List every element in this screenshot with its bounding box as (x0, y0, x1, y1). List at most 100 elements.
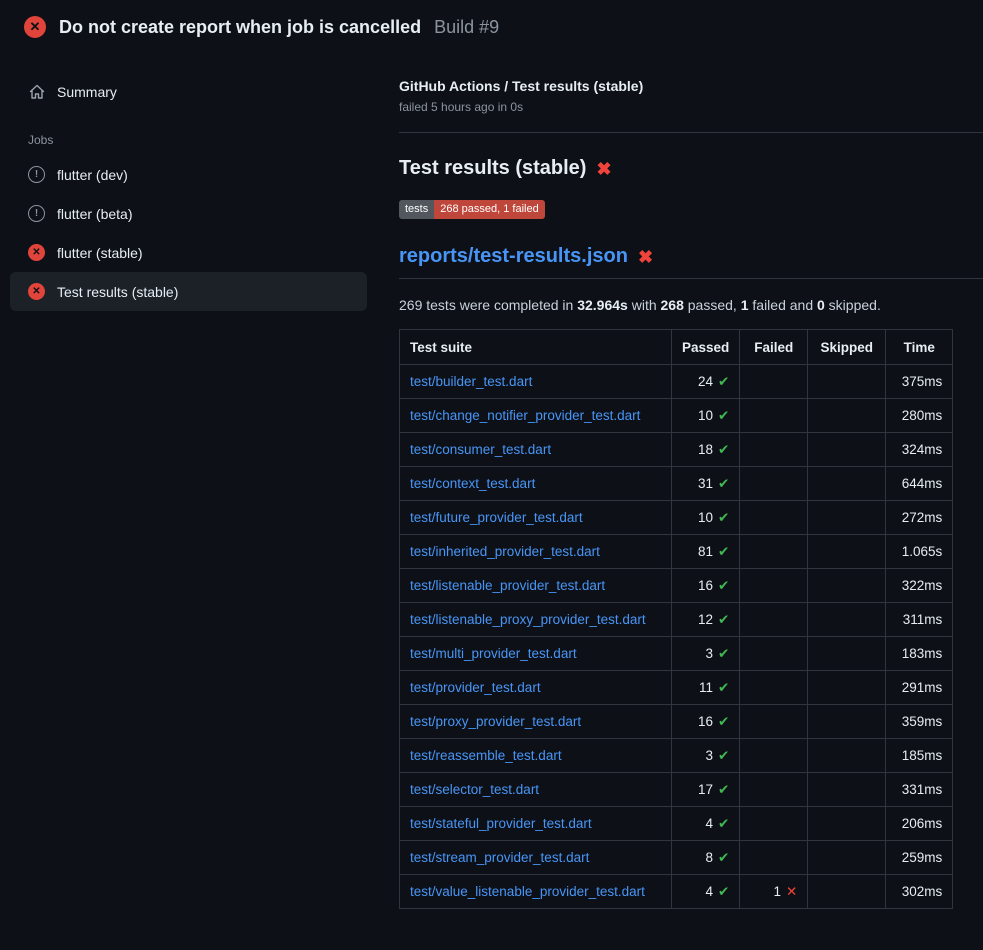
time-cell: 322ms (886, 569, 953, 603)
sidebar-job-item[interactable]: ✕Test results (stable) (10, 272, 367, 311)
failed-cell (740, 807, 808, 841)
time-cell: 183ms (886, 637, 953, 671)
job-label: Test results (stable) (57, 284, 178, 300)
test-suite-link[interactable]: test/value_listenable_provider_test.dart (410, 884, 645, 899)
test-suite-link[interactable]: test/stateful_provider_test.dart (410, 816, 592, 831)
content-layout: Summary Jobs !flutter (dev)!flutter (bet… (0, 52, 983, 909)
failed-cell (740, 399, 808, 433)
check-icon: ✔ (718, 408, 729, 423)
table-row: test/listenable_proxy_provider_test.dart… (400, 603, 953, 637)
check-icon: ✔ (718, 476, 729, 491)
summary-segment: 269 tests were completed in (399, 297, 577, 313)
skipped-cell (808, 841, 886, 875)
column-header: Passed (672, 330, 740, 365)
results-table: Test suitePassedFailedSkippedTime test/b… (399, 329, 953, 909)
check-icon: ✔ (718, 544, 729, 559)
table-row: test/builder_test.dart24✔375ms (400, 365, 953, 399)
passed-cell: 11✔ (672, 671, 740, 705)
summary-segment: passed, (684, 297, 741, 313)
summary-line: 269 tests were completed in 32.964s with… (399, 297, 983, 313)
sidebar-item-summary[interactable]: Summary (10, 72, 367, 111)
passed-cell: 10✔ (672, 501, 740, 535)
job-label: flutter (dev) (57, 167, 128, 183)
time-cell: 302ms (886, 875, 953, 909)
test-suite-link[interactable]: test/proxy_provider_test.dart (410, 714, 581, 729)
table-row: test/consumer_test.dart18✔324ms (400, 433, 953, 467)
summary-segment: skipped. (825, 297, 881, 313)
report-file-link[interactable]: reports/test-results.json (399, 245, 628, 268)
check-icon: ✔ (718, 714, 729, 729)
failed-x-icon: ✖ (596, 160, 611, 178)
failed-cell (740, 671, 808, 705)
main-content: GitHub Actions / Test results (stable) f… (383, 52, 983, 909)
skipped-cell (808, 467, 886, 501)
failed-cell (740, 739, 808, 773)
test-suite-link[interactable]: test/listenable_proxy_provider_test.dart (410, 612, 646, 627)
failed-cell (740, 501, 808, 535)
page-header: ✕ Do not create report when job is cance… (0, 0, 983, 52)
passed-cell: 17✔ (672, 773, 740, 807)
test-suite-link[interactable]: test/context_test.dart (410, 476, 535, 491)
time-cell: 359ms (886, 705, 953, 739)
test-suite-link[interactable]: test/future_provider_test.dart (410, 510, 583, 525)
failed-cell (740, 365, 808, 399)
badge-value: 268 passed, 1 failed (434, 200, 544, 219)
build-number: Build #9 (434, 17, 499, 38)
table-row: test/context_test.dart31✔644ms (400, 467, 953, 501)
time-cell: 1.065s (886, 535, 953, 569)
passed-cell: 4✔ (672, 807, 740, 841)
job-label: flutter (beta) (57, 206, 132, 222)
failed-cell (740, 569, 808, 603)
report-heading: reports/test-results.json ✖ (399, 245, 983, 279)
test-suite-link[interactable]: test/multi_provider_test.dart (410, 646, 577, 661)
test-suite-link[interactable]: test/inherited_provider_test.dart (410, 544, 600, 559)
test-suite-link[interactable]: test/consumer_test.dart (410, 442, 551, 457)
test-suite-link[interactable]: test/builder_test.dart (410, 374, 532, 389)
time-cell: 311ms (886, 603, 953, 637)
skipped-cell (808, 603, 886, 637)
failed-cell (740, 637, 808, 671)
summary-segment: with (628, 297, 661, 313)
sidebar-job-item[interactable]: ! flutter (beta) (10, 194, 367, 233)
failed-cell (740, 535, 808, 569)
check-icon: ✔ (718, 646, 729, 661)
failed-cell: 1✕ (740, 875, 808, 909)
failed-cell (740, 433, 808, 467)
run-title: Do not create report when job is cancell… (59, 17, 421, 38)
table-row: test/proxy_provider_test.dart16✔359ms (400, 705, 953, 739)
results-table-body: test/builder_test.dart24✔375mstest/chang… (400, 365, 953, 909)
table-row: test/change_notifier_provider_test.dart 1… (400, 399, 953, 433)
breadcrumb: GitHub Actions / Test results (stable) (399, 78, 983, 94)
column-header: Time (886, 330, 953, 365)
check-icon: ✔ (718, 850, 729, 865)
skipped-cell (808, 739, 886, 773)
time-cell: 272ms (886, 501, 953, 535)
column-header: Skipped (808, 330, 886, 365)
test-suite-link[interactable]: test/change_notifier_provider_test.dart (410, 408, 640, 423)
passed-cell: 10✔ (672, 399, 740, 433)
test-suite-link[interactable]: test/stream_provider_test.dart (410, 850, 589, 865)
skipped-cell (808, 569, 886, 603)
skipped-cell (808, 501, 886, 535)
passed-cell: 18✔ (672, 433, 740, 467)
time-cell: 644ms (886, 467, 953, 501)
test-suite-link[interactable]: test/provider_test.dart (410, 680, 541, 695)
failed-cell (740, 705, 808, 739)
passed-cell: 8✔ (672, 841, 740, 875)
test-suite-link[interactable]: test/selector_test.dart (410, 782, 539, 797)
jobs-list: !flutter (dev)! flutter (beta) ✕flutter (s… (10, 155, 367, 311)
tests-badge: tests 268 passed, 1 failed (399, 200, 545, 219)
check-icon: ✔ (718, 816, 729, 831)
check-icon: ✔ (718, 578, 729, 593)
neutral-circle-icon: ! (28, 205, 45, 222)
skipped-cell (808, 705, 886, 739)
test-suite-link[interactable]: test/reassemble_test.dart (410, 748, 562, 763)
check-icon: ✔ (718, 884, 729, 899)
passed-cell: 24✔ (672, 365, 740, 399)
check-icon: ✔ (718, 374, 729, 389)
sidebar-job-item[interactable]: ✕flutter (stable) (10, 233, 367, 272)
sidebar-job-item[interactable]: !flutter (dev) (10, 155, 367, 194)
test-suite-link[interactable]: test/listenable_provider_test.dart (410, 578, 605, 593)
check-icon: ✔ (718, 510, 729, 525)
time-cell: 206ms (886, 807, 953, 841)
